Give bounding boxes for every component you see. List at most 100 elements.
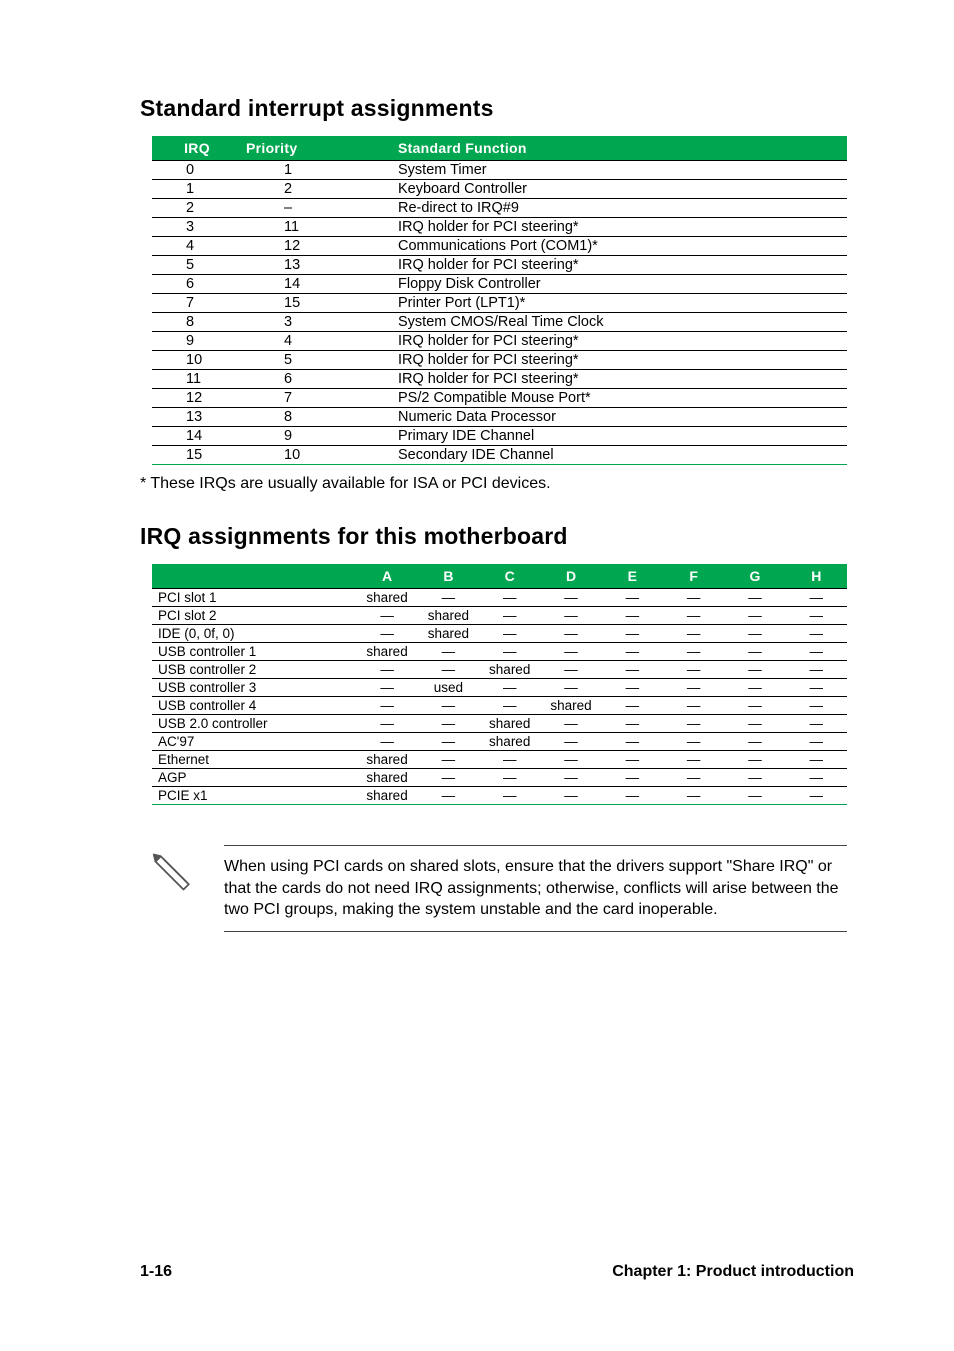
table-cell: — <box>479 643 540 661</box>
table-cell: — <box>540 643 601 661</box>
standard-interrupt-table: IRQ Priority Standard Function 01System … <box>152 136 847 465</box>
table-cell: — <box>356 625 417 643</box>
table-row: 01System Timer <box>152 161 847 180</box>
table-cell: — <box>663 697 724 715</box>
table-cell: 3 <box>242 313 392 332</box>
table-row: 12Keyboard Controller <box>152 180 847 199</box>
table-cell: shared <box>356 787 417 805</box>
table-cell: — <box>602 607 663 625</box>
table-cell: shared <box>479 733 540 751</box>
table-cell: shared <box>540 697 601 715</box>
table-cell: shared <box>479 715 540 733</box>
table-row: 138Numeric Data Processor <box>152 408 847 427</box>
table-header: A <box>356 564 417 589</box>
table-cell: 9 <box>242 427 392 446</box>
table-cell: USB controller 2 <box>152 661 356 679</box>
table-row: 513IRQ holder for PCI steering* <box>152 256 847 275</box>
table-cell: — <box>540 607 601 625</box>
page-number: 1-16 <box>140 1263 172 1281</box>
table-cell: — <box>663 607 724 625</box>
table-cell: — <box>479 769 540 787</box>
table-cell: — <box>479 787 540 805</box>
table-cell: — <box>418 751 479 769</box>
table-cell: 5 <box>242 351 392 370</box>
table-header: B <box>418 564 479 589</box>
table-cell: — <box>786 661 847 679</box>
table-cell: — <box>418 715 479 733</box>
table-cell: — <box>663 769 724 787</box>
note-text: When using PCI cards on shared slots, en… <box>224 845 847 932</box>
table-row: 105IRQ holder for PCI steering* <box>152 351 847 370</box>
table-cell: — <box>418 769 479 787</box>
table-cell: — <box>786 643 847 661</box>
table-cell: — <box>479 697 540 715</box>
table-cell: 4 <box>152 237 242 256</box>
section2-title: IRQ assignments for this motherboard <box>140 523 854 550</box>
table-cell: — <box>724 715 785 733</box>
table-cell: Numeric Data Processor <box>392 408 847 427</box>
table-cell: — <box>663 715 724 733</box>
table-cell: 15 <box>152 446 242 465</box>
table-cell: — <box>786 733 847 751</box>
table-cell: — <box>724 787 785 805</box>
table-cell: 1 <box>152 180 242 199</box>
table-row: 94IRQ holder for PCI steering* <box>152 332 847 351</box>
table-row: 127PS/2 Compatible Mouse Port* <box>152 389 847 408</box>
table-cell: — <box>356 715 417 733</box>
table-row: PCIE x1shared——————— <box>152 787 847 805</box>
table-cell: — <box>786 751 847 769</box>
table-cell: shared <box>356 769 417 787</box>
table-cell: — <box>356 697 417 715</box>
table-header: E <box>602 564 663 589</box>
pencil-icon <box>152 845 194 898</box>
table-cell: — <box>479 625 540 643</box>
table-cell: 5 <box>152 256 242 275</box>
table-header: D <box>540 564 601 589</box>
page-footer: 1-16 Chapter 1: Product introduction <box>140 1263 854 1281</box>
table-cell: — <box>724 751 785 769</box>
table-cell: — <box>786 697 847 715</box>
table-cell: — <box>602 733 663 751</box>
table-cell: — <box>724 733 785 751</box>
table-cell: — <box>663 751 724 769</box>
table-header: F <box>663 564 724 589</box>
table-row: Ethernetshared——————— <box>152 751 847 769</box>
table-cell: — <box>540 679 601 697</box>
table-cell: — <box>418 643 479 661</box>
table-cell: 9 <box>152 332 242 351</box>
irq-motherboard-table: ABCDEFGH PCI slot 1shared———————PCI slot… <box>152 564 847 805</box>
table-cell: — <box>418 733 479 751</box>
table-cell: 10 <box>152 351 242 370</box>
table-cell: 8 <box>242 408 392 427</box>
table-cell: 2 <box>242 180 392 199</box>
table-cell: Secondary IDE Channel <box>392 446 847 465</box>
table-cell: PCIE x1 <box>152 787 356 805</box>
table-cell: — <box>602 589 663 607</box>
table-row: 83System CMOS/Real Time Clock <box>152 313 847 332</box>
section1-footnote: * These IRQs are usually available for I… <box>140 475 854 493</box>
table-cell: — <box>540 589 601 607</box>
table-row: USB controller 1shared——————— <box>152 643 847 661</box>
table-cell: — <box>418 697 479 715</box>
table-cell: 2 <box>152 199 242 218</box>
table-cell: — <box>540 751 601 769</box>
table-cell: PCI slot 2 <box>152 607 356 625</box>
table-cell: — <box>786 787 847 805</box>
table-cell: 13 <box>242 256 392 275</box>
table-cell: Primary IDE Channel <box>392 427 847 446</box>
table-cell: — <box>356 607 417 625</box>
table-cell: USB 2.0 controller <box>152 715 356 733</box>
table-cell: — <box>786 607 847 625</box>
table-cell: IRQ holder for PCI steering* <box>392 256 847 275</box>
table-cell: USB controller 3 <box>152 679 356 697</box>
table-cell: IRQ holder for PCI steering* <box>392 370 847 389</box>
table-header: H <box>786 564 847 589</box>
table-cell: — <box>479 589 540 607</box>
table-cell: 11 <box>152 370 242 389</box>
table-row: USB controller 4———shared———— <box>152 697 847 715</box>
table-cell: — <box>724 607 785 625</box>
table-cell: shared <box>418 607 479 625</box>
table-cell: — <box>602 697 663 715</box>
table-cell: — <box>724 589 785 607</box>
table-cell: — <box>540 715 601 733</box>
